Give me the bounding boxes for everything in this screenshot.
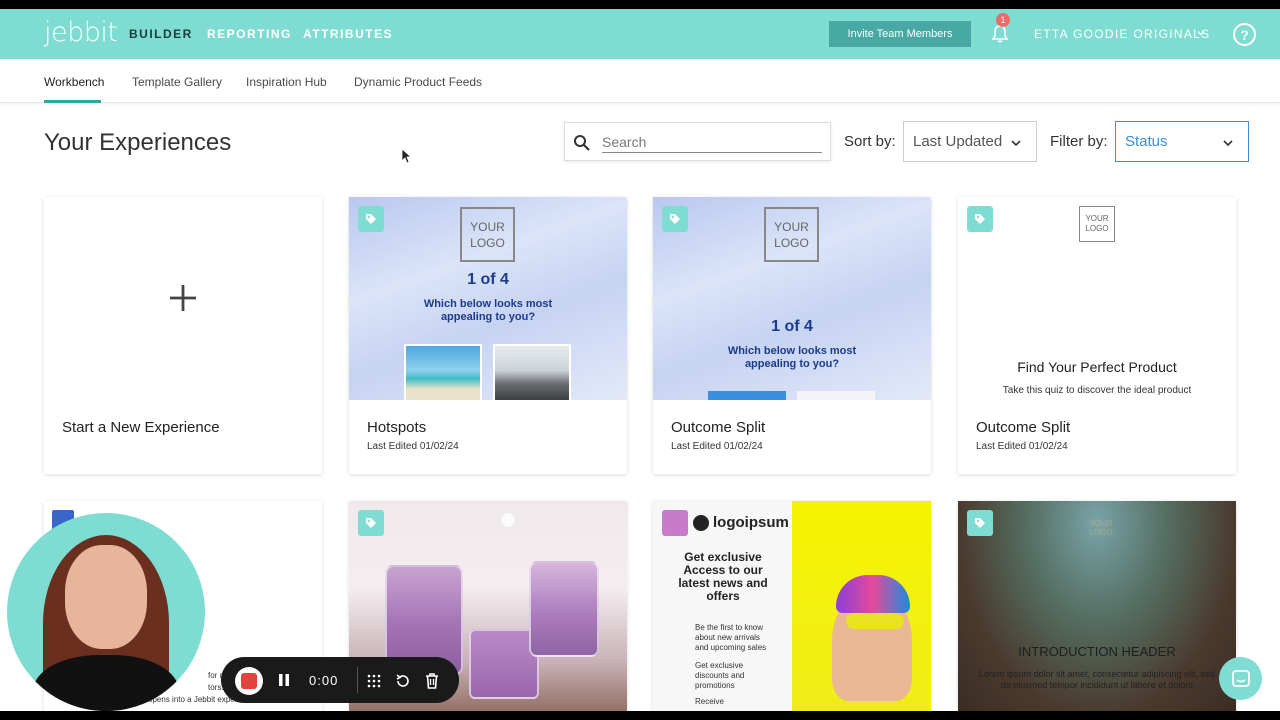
experience-card-outcome-split[interactable]: YOUR LOGO 1 of 4 Which below looks most … xyxy=(653,197,931,474)
recording-timer: 0:00 xyxy=(309,673,339,688)
stop-icon xyxy=(241,673,257,689)
your-logo-placeholder: YOUR LOGO xyxy=(764,207,819,262)
nav-builder[interactable]: BUILDER xyxy=(129,27,193,41)
tag-icon[interactable] xyxy=(967,206,993,232)
candle-jar xyxy=(529,561,599,657)
tag-icon[interactable] xyxy=(358,510,384,536)
restart-icon[interactable] xyxy=(395,673,411,689)
question-count: 1 of 4 xyxy=(467,271,509,288)
card-date: Last Edited 01/02/24 xyxy=(367,441,459,452)
card-title: Hotspots xyxy=(367,419,427,436)
help-icon[interactable]: ? xyxy=(1233,23,1256,46)
your-logo-placeholder: YOUR LOGO xyxy=(1079,206,1115,242)
presenter-shirt xyxy=(33,655,179,711)
filter-value: Status xyxy=(1125,133,1168,150)
new-experience-card[interactable]: Start a New Experience xyxy=(44,197,322,474)
nav-attributes[interactable]: ATTRIBUTES xyxy=(303,27,393,41)
sunglasses-shape xyxy=(846,613,904,629)
card-thumbnail: YOUR LOGO Find Your Perfect Product Take… xyxy=(958,197,1236,400)
card-thumbnail: YOUR LOGO 1 of 4 Which below looks most … xyxy=(349,197,627,400)
card-title: Start a New Experience xyxy=(62,419,220,436)
search-input[interactable] xyxy=(602,131,822,153)
page-title: Your Experiences xyxy=(44,129,232,156)
newsletter-bullet: Receive xyxy=(695,697,724,706)
card-date: Last Edited 01/02/24 xyxy=(671,441,763,452)
sort-value: Last Updated xyxy=(913,133,1003,150)
lightbulb-icon[interactable] xyxy=(662,510,688,536)
card-title: Outcome Split xyxy=(671,419,766,436)
active-tab-indicator xyxy=(44,100,101,103)
your-logo-placeholder: YOUR LOGO xyxy=(1089,519,1113,537)
experience-card-intro[interactable]: YOUR LOGO INTRODUCTION HEADER Lorem ipsu… xyxy=(958,501,1236,711)
nav-reporting[interactable]: REPORTING xyxy=(207,27,292,41)
card-thumbnail xyxy=(44,197,322,400)
question-text: Which below looks most appealing to you? xyxy=(423,298,553,323)
search-box xyxy=(564,122,831,161)
tag-icon[interactable] xyxy=(358,206,384,232)
logoipsum-brand: logoipsum xyxy=(713,514,789,531)
your-logo-placeholder: YOUR LOGO xyxy=(460,207,515,262)
quiz-headline: Find Your Perfect Product xyxy=(1017,359,1177,375)
tab-template-gallery[interactable]: Template Gallery xyxy=(132,75,222,89)
pause-icon[interactable] xyxy=(278,673,290,687)
answer-image xyxy=(708,391,786,400)
light-bokeh xyxy=(501,513,515,527)
presenter-face xyxy=(65,545,147,649)
jebbit-logo[interactable]: jebbit xyxy=(44,17,118,48)
divider xyxy=(357,667,358,693)
plus-icon xyxy=(170,285,196,311)
quiz-subtext: Take this quiz to discover the ideal pro… xyxy=(1002,385,1192,396)
tab-dynamic-product-feeds[interactable]: Dynamic Product Feeds xyxy=(354,75,482,89)
chevron-down-icon[interactable] xyxy=(1196,28,1206,38)
chevron-down-icon xyxy=(1011,140,1021,147)
chat-icon xyxy=(1231,669,1250,687)
sub-nav: Workbench Template Gallery Inspiration H… xyxy=(0,59,1280,103)
question-text: Which below looks most appealing to you? xyxy=(727,345,857,370)
stop-button[interactable] xyxy=(235,667,263,695)
filter-label: Filter by: xyxy=(1050,133,1108,150)
recording-toolbar: 0:00 xyxy=(221,657,459,703)
drag-handle-icon[interactable] xyxy=(367,674,381,688)
webcam-bubble[interactable] xyxy=(7,513,205,711)
sort-label: Sort by: xyxy=(844,133,896,150)
top-bar: jebbit BUILDER REPORTING ATTRIBUTES Invi… xyxy=(0,9,1280,59)
sort-select[interactable]: Last Updated xyxy=(903,121,1037,162)
hat-shape xyxy=(836,575,910,613)
filter-select[interactable]: Status xyxy=(1115,121,1249,162)
bell-icon[interactable] xyxy=(990,24,1010,44)
intro-body: Lorem ipsum dolor sit amet, consectetur … xyxy=(978,669,1216,690)
tab-inspiration-hub[interactable]: Inspiration Hub xyxy=(246,75,327,89)
answer-image xyxy=(797,391,875,400)
tag-icon[interactable] xyxy=(967,510,993,536)
invite-team-button[interactable]: Invite Team Members xyxy=(829,21,971,47)
account-menu[interactable]: ETTA GOODIE ORIGINALS xyxy=(1034,27,1210,41)
experience-card-newsletter[interactable]: logoipsum Get exclusive Access to our la… xyxy=(653,501,931,711)
card-date: Last Edited 01/02/24 xyxy=(976,441,1068,452)
trash-icon[interactable] xyxy=(424,672,440,689)
newsletter-headline: Get exclusive Access to our latest news … xyxy=(678,550,768,603)
experience-card-outcome-split-quiz[interactable]: YOUR LOGO Find Your Perfect Product Take… xyxy=(958,197,1236,474)
tab-workbench[interactable]: Workbench xyxy=(44,75,104,89)
notification-badge: 1 xyxy=(996,13,1010,27)
beach-image xyxy=(404,344,482,400)
card-title: Outcome Split xyxy=(976,419,1071,436)
chevron-down-icon xyxy=(1223,140,1233,147)
question-count: 1 of 4 xyxy=(771,318,813,335)
tag-icon[interactable] xyxy=(662,206,688,232)
mouse-cursor-icon xyxy=(401,148,411,164)
app-frame: jebbit BUILDER REPORTING ATTRIBUTES Invi… xyxy=(0,9,1280,711)
chat-launcher-button[interactable] xyxy=(1219,657,1262,700)
experience-card-hotspots[interactable]: YOUR LOGO 1 of 4 Which below looks most … xyxy=(349,197,627,474)
intro-header: INTRODUCTION HEADER xyxy=(1018,644,1176,659)
card-thumbnail: YOUR LOGO 1 of 4 Which below looks most … xyxy=(653,197,931,400)
mountain-image xyxy=(493,344,571,400)
search-icon xyxy=(574,135,590,151)
logoipsum-mark-icon xyxy=(693,515,709,531)
promo-photo xyxy=(792,501,931,711)
newsletter-bullet: Get exclusive discounts and promotions xyxy=(695,661,745,690)
newsletter-bullet: Be the first to know about new arrivals … xyxy=(695,623,767,652)
